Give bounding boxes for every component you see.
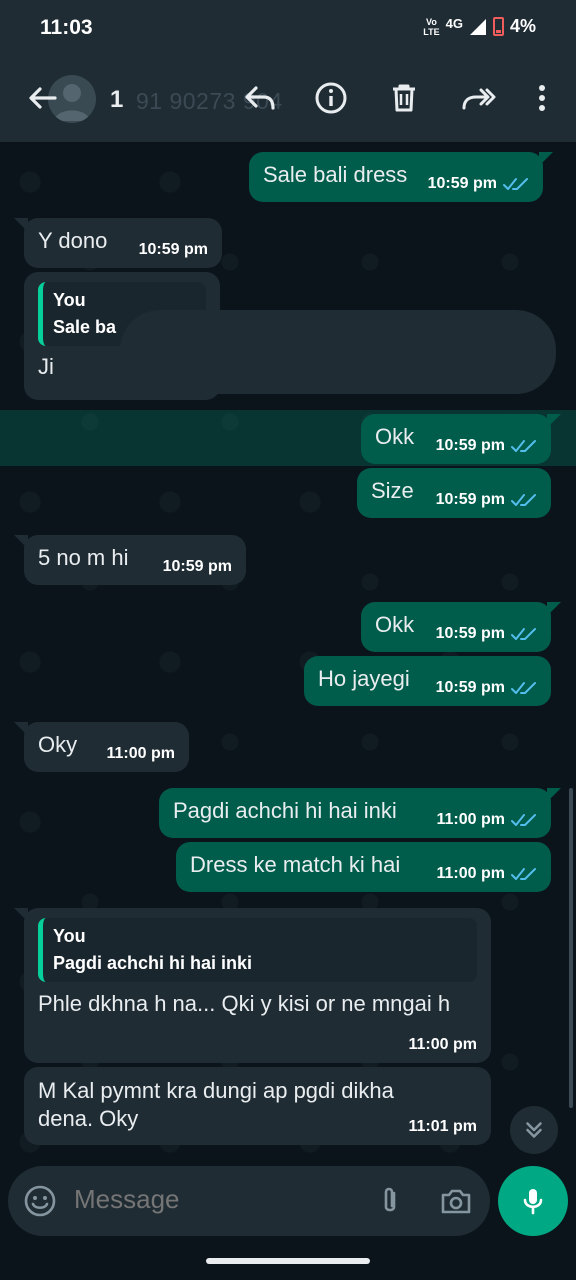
message-bubble-incoming[interactable]: M Kal pymnt kra dungi ap pgdi dikha dena… [24, 1067, 491, 1145]
message-text: Oky [38, 732, 78, 757]
volte-bottom-label: LTE [423, 26, 440, 37]
message-time: 10:59 pm [435, 491, 505, 508]
message-text: Okk [375, 424, 415, 449]
double-check-icon [511, 868, 536, 880]
message-meta: 10:59 pm [163, 558, 232, 576]
message-bubble-outgoing[interactable]: Dress ke match ki hai 11:00 pm [176, 842, 551, 892]
overlay-panel [120, 310, 556, 394]
scrollbar[interactable] [569, 788, 573, 1108]
message-bubble-outgoing[interactable]: Ho jayegi 10:59 pm [304, 656, 551, 706]
contact-name[interactable]: 1 [110, 86, 123, 114]
volte-icon: Vo LTE [423, 17, 439, 37]
message-text: Ho jayegi [318, 666, 410, 691]
status-indicators: Vo LTE 4G 4% [423, 16, 536, 37]
message-meta: 10:59 pm [436, 491, 537, 509]
battery-percent: 4% [509, 16, 536, 36]
more-vert-icon[interactable] [522, 78, 562, 118]
quote-author: You [53, 926, 86, 946]
back-icon[interactable] [22, 78, 62, 118]
message-time: 10:59 pm [435, 679, 505, 696]
message-text: Y dono [38, 228, 108, 253]
message-time: 11:00 pm [436, 865, 505, 882]
info-icon[interactable] [311, 78, 351, 118]
system-nav-bar [0, 1240, 576, 1280]
message-bubble-outgoing[interactable]: Pagdi achchi hi hai inki 11:00 pm [159, 788, 561, 838]
message-text: Dress ke match ki hai [190, 852, 401, 877]
message-text: Sale bali dress [263, 162, 408, 187]
status-bar: 11:03 Vo LTE 4G 4% [0, 0, 576, 56]
message-meta: 10:59 pm [436, 625, 537, 643]
network-type: 4G [445, 16, 463, 31]
double-check-icon [503, 178, 528, 190]
double-check-icon [511, 440, 536, 452]
voice-message-button[interactable] [498, 1166, 568, 1236]
message-bubble-outgoing[interactable]: Okk 10:59 pm [361, 602, 561, 652]
emoji-icon[interactable] [22, 1183, 58, 1219]
message-bubble-incoming[interactable]: Y dono 10:59 pm [14, 218, 222, 268]
camera-icon[interactable] [438, 1183, 474, 1219]
message-time: 10:59 pm [435, 625, 505, 642]
forward-icon[interactable] [458, 78, 498, 118]
message-meta: 11:01 pm [409, 1118, 477, 1136]
message-text: Pagdi achchi hi hai inki [173, 798, 397, 823]
message-bubble-incoming[interactable]: Oky 11:00 pm [14, 722, 189, 772]
message-list[interactable]: Sale bali dress 10:59 pm Y dono 10:59 pm… [0, 142, 576, 1160]
message-bubble-outgoing[interactable]: Sale bali dress 10:59 pm [249, 152, 553, 202]
signal-icon [469, 18, 486, 35]
home-gesture-bar[interactable] [206, 1258, 370, 1264]
double-chevron-down-icon [526, 1122, 542, 1138]
message-composer [8, 1166, 490, 1236]
message-text: M Kal pymnt kra dungi ap pgdi dikha dena… [38, 1078, 394, 1131]
message-text: 5 no m hi [38, 545, 129, 570]
quote-text: Pagdi achchi hi hai inki [53, 953, 253, 973]
message-bubble-outgoing[interactable]: Okk 10:59 pm [361, 414, 561, 464]
double-check-icon [511, 628, 536, 640]
message-time: 11:01 pm [408, 1118, 477, 1135]
message-meta: 10:59 pm [436, 437, 537, 455]
scroll-to-bottom-button[interactable] [510, 1106, 558, 1154]
chat-header: 91 90273 904 1 [0, 56, 576, 142]
message-meta: 10:59 pm [428, 175, 529, 193]
double-check-icon [511, 682, 536, 694]
message-meta: 11:00 pm [437, 811, 537, 829]
message-meta: 11:00 pm [107, 745, 175, 763]
message-text: Okk [375, 612, 415, 637]
message-time: 10:59 pm [435, 437, 505, 454]
battery-icon [492, 17, 504, 36]
message-text: Ji [38, 354, 54, 379]
message-time: 10:59 pm [138, 241, 208, 258]
message-time: 11:00 pm [436, 811, 505, 828]
reply-icon[interactable] [240, 78, 280, 118]
attach-icon[interactable] [372, 1183, 408, 1219]
message-input[interactable] [74, 1184, 364, 1215]
status-time: 11:03 [40, 16, 93, 39]
quote-author: You [53, 290, 86, 310]
delete-icon[interactable] [384, 78, 424, 118]
message-text: Phle dkhna h na... Qki y kisi or ne mnga… [38, 991, 451, 1016]
message-time: 10:59 pm [162, 558, 232, 575]
message-time: 11:00 pm [106, 745, 175, 762]
message-time: 10:59 pm [427, 175, 497, 192]
double-check-icon [511, 494, 536, 506]
message-bubble-incoming-reply[interactable]: You Pagdi achchi hi hai inki Phle dkhna … [14, 908, 491, 1063]
microphone-icon [523, 1189, 543, 1215]
message-meta: 11:00 pm [409, 1036, 477, 1054]
double-check-icon [511, 814, 536, 826]
message-meta: 10:59 pm [436, 679, 537, 697]
message-bubble-outgoing[interactable]: Size 10:59 pm [357, 468, 551, 518]
message-text: Size [371, 478, 414, 503]
message-bubble-incoming[interactable]: 5 no m hi 10:59 pm [14, 535, 246, 585]
message-meta: 10:59 pm [139, 241, 208, 259]
volte-top-label: Vo [426, 16, 437, 27]
quoted-message[interactable]: You Pagdi achchi hi hai inki [38, 918, 477, 982]
message-time: 11:00 pm [408, 1036, 477, 1053]
message-meta: 11:00 pm [437, 865, 537, 883]
